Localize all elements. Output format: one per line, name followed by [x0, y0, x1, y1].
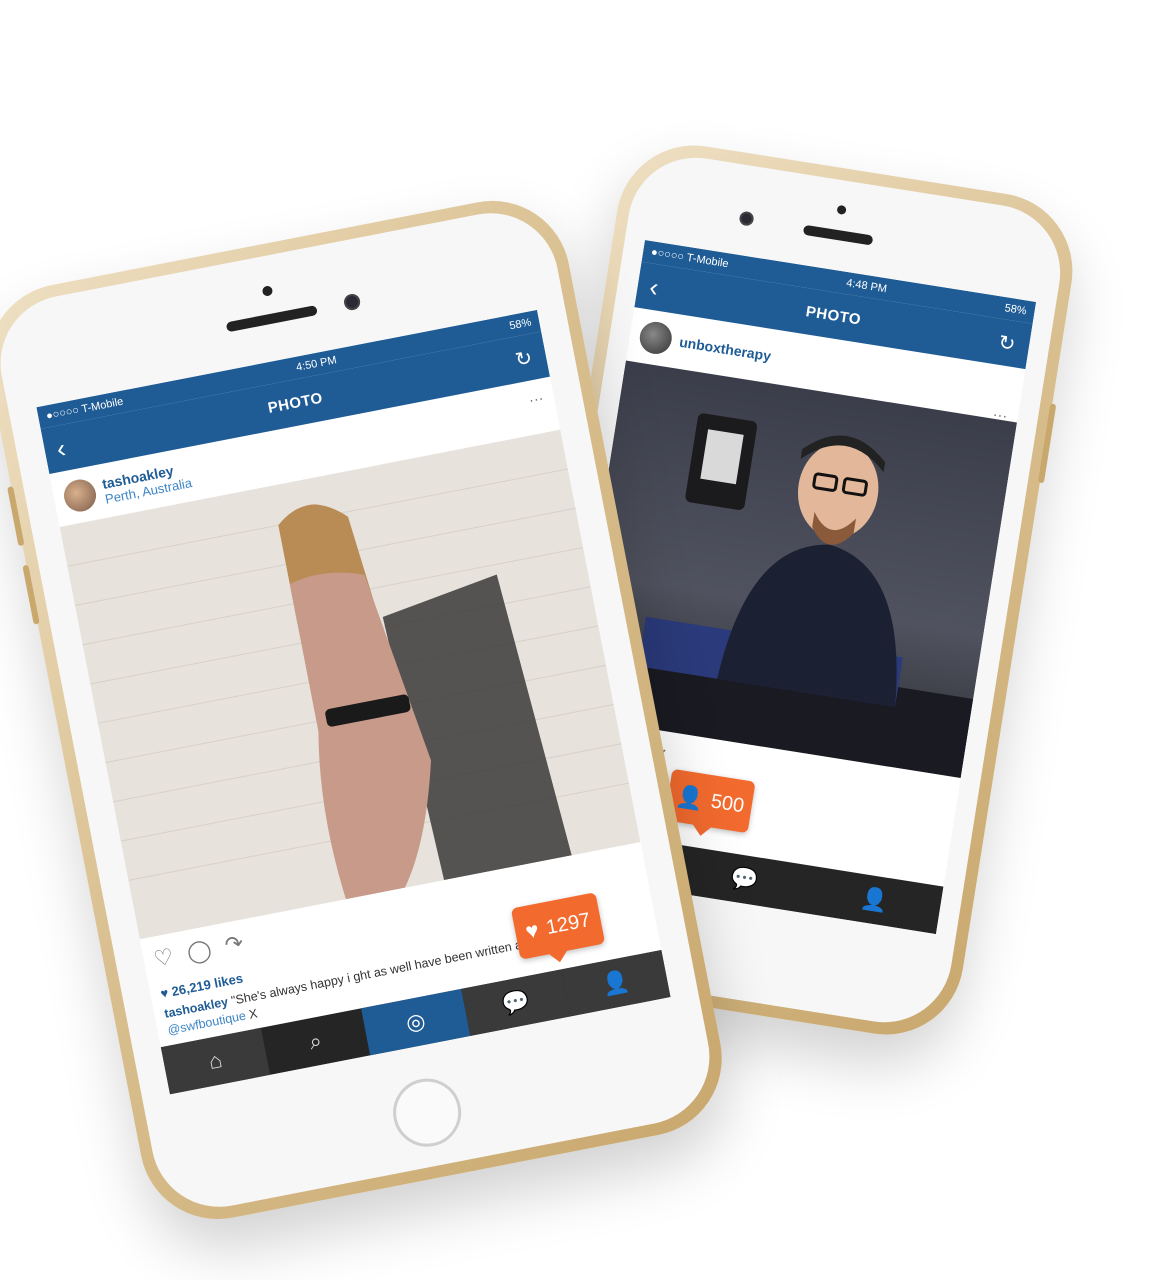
front-sensor	[836, 204, 847, 216]
refresh-icon[interactable]: ↻	[997, 329, 1017, 356]
search-icon: ⌕	[307, 1027, 324, 1055]
post-username[interactable]: unboxtherapy	[678, 334, 772, 364]
page-title: PHOTO	[804, 302, 863, 329]
page-title: PHOTO	[266, 389, 325, 417]
profile-icon: 👤	[859, 885, 891, 915]
home-icon: ⌂	[206, 1047, 225, 1075]
post-actions: ♡ ◯ ↷	[152, 930, 246, 973]
back-icon[interactable]: ‹	[54, 433, 68, 464]
activity-icon: 💬	[728, 864, 760, 894]
tab-home[interactable]: ⌂	[160, 1027, 271, 1095]
avatar[interactable]	[637, 319, 675, 357]
activity-icon: 💬	[499, 987, 532, 1018]
profile-icon: 👤	[599, 967, 632, 998]
caption-end: X	[247, 1006, 259, 1022]
side-button	[1037, 403, 1057, 484]
caption-text: "She's always happy i	[230, 971, 352, 1008]
front-sensor	[261, 285, 274, 297]
post-user-info: tashoakley Perth, Australia	[101, 459, 193, 506]
front-camera	[738, 210, 755, 227]
battery-label: 58%	[1003, 302, 1028, 318]
side-button	[7, 486, 25, 547]
like-icon[interactable]: ♡	[152, 943, 176, 972]
tab-profile[interactable]: 👤	[561, 949, 671, 1017]
followers-count: 500	[709, 789, 746, 817]
share-icon[interactable]: ↷	[223, 930, 246, 959]
tab-camera[interactable]: ◎	[361, 988, 471, 1056]
screen: ●○○○○ T-Mobile 4:50 PM 58% ‹ PHOTO ↻ tas…	[36, 309, 671, 1095]
avatar[interactable]	[61, 476, 99, 515]
back-icon[interactable]: ‹	[647, 272, 660, 303]
earpiece-speaker	[225, 304, 318, 333]
tab-search[interactable]: ⌕	[261, 1008, 370, 1075]
more-options-icon[interactable]: ...	[527, 386, 544, 405]
heart-icon: ♥	[523, 917, 541, 945]
home-button[interactable]	[387, 1072, 468, 1153]
battery-label: 58%	[508, 316, 533, 333]
time-label: 4:48 PM	[845, 277, 888, 296]
front-camera	[342, 292, 362, 312]
side-button	[22, 564, 40, 625]
user-icon: 👤	[674, 782, 706, 812]
tab-activity[interactable]: 💬	[461, 969, 571, 1036]
time-label: 4:50 PM	[295, 354, 338, 374]
refresh-icon[interactable]: ↻	[513, 344, 534, 372]
likes-badge-count: 1297	[544, 908, 593, 939]
comment-icon[interactable]: ◯	[185, 936, 214, 966]
camera-icon: ◎	[403, 1007, 428, 1036]
earpiece-speaker	[802, 224, 874, 246]
